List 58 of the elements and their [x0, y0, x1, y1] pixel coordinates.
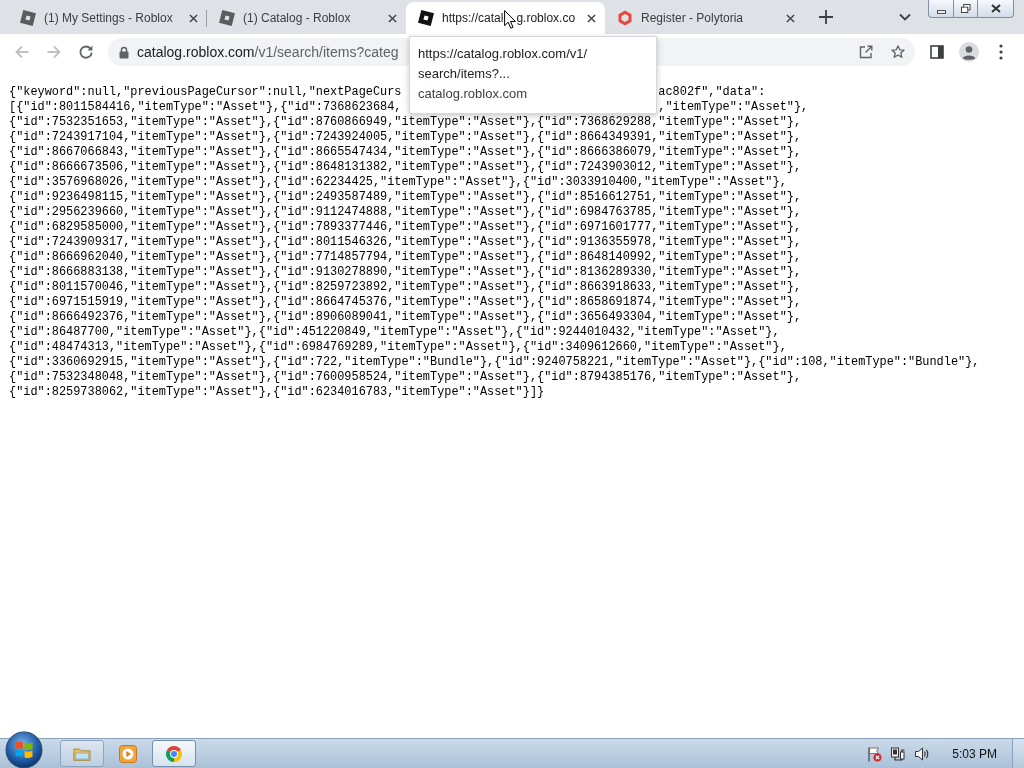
browser-tab[interactable]: (1) Catalog - Roblox	[207, 2, 406, 34]
json-text: {"id":7243909317,"itemType":"Asset"},{"id":8011546326,"itemType":"Asset"},{"id":9136355978,"itemType":"Asset"},	[9, 235, 802, 249]
json-text: {"id":7243917104,"itemType":"Asset"},{"id":7243924005,"itemType":"Asset"},{"id":8664349391,"itemType":"Asset"},	[9, 130, 802, 144]
speaker-icon[interactable]	[914, 745, 931, 762]
browser-tab[interactable]: Register - Polytoria	[605, 2, 804, 34]
restore-button[interactable]	[954, 0, 978, 18]
json-text: {"id":8259738062,"itemType":"Asset"},{"id":6234016783,"itemType":"Asset"}]}	[9, 385, 545, 399]
profile-avatar-icon[interactable]	[959, 42, 979, 62]
json-text: {"id":86487700,"itemType":"Asset"},{"id":451220849,"itemType":"Asset"},{"id":9244010432,"itemType":"Asset"},	[9, 325, 780, 339]
json-text: {"id":8666673506,"itemType":"Asset"},{"id":8648131382,"itemType":"Asset"},{"id":7243903012,"itemType":"Asset"},	[9, 160, 802, 174]
json-text: ,"itemType":"Asset"},	[658, 100, 809, 114]
close-icon[interactable]	[189, 13, 198, 23]
tooltip-domain: catalog.roblox.com	[418, 85, 528, 103]
json-text: {"id":7532348048,"itemType":"Asset"},{"id":7600958524,"itemType":"Asset"},{"id":8794385176,"itemType":"Asset"},	[9, 370, 802, 384]
json-text: {"id":8011570046,"itemType":"Asset"},{"id":8259723892,"itemType":"Asset"},{"id":8663918633,"itemType":"Asset"},	[9, 280, 802, 294]
json-text: {"id":8666883138,"itemType":"Asset"},{"id":9130278890,"itemType":"Asset"},{"id":8136289330,"itemType":"Asset"},	[9, 265, 802, 279]
url-path: /v1/search/items?categ	[254, 44, 399, 60]
close-icon[interactable]	[786, 13, 795, 23]
share-icon[interactable]	[859, 45, 873, 59]
new-tab-plus-icon[interactable]	[819, 10, 833, 24]
chevron-down-icon[interactable]	[899, 13, 911, 21]
reload-icon[interactable]	[78, 44, 94, 60]
menu-icon[interactable]	[999, 44, 1003, 60]
flag-error-icon[interactable]	[866, 745, 883, 762]
json-text: {"id":3576968026,"itemType":"Asset"},{"id":62234425,"itemType":"Asset"},{"id":3033910400,"itemType":"Asset"},	[9, 175, 787, 189]
lock-icon[interactable]	[119, 45, 129, 59]
json-text: {"keyword":null,"previousPageCursor":null,"nextPageCurs	[9, 85, 402, 99]
json-text: {"id":6829585000,"itemType":"Asset"},{"id":7893377446,"itemType":"Asset"},{"id":6971601777,"itemType":"Asset"},	[9, 220, 802, 234]
close-icon[interactable]	[388, 13, 397, 23]
json-text: {"id":8667066843,"itemType":"Asset"},{"id":8665547434,"itemType":"Asset"},{"id":8666386079,"itemType":"Asset"},	[9, 145, 802, 159]
restore-icon	[960, 4, 971, 13]
json-text: {"id":2956239660,"itemType":"Asset"},{"id":9112474888,"itemType":"Asset"},{"id":6984763785,"itemType":"Asset"},	[9, 205, 802, 219]
mouse-pointer-icon	[504, 10, 516, 29]
json-text: ac802f","data":	[658, 85, 766, 99]
minimize-button[interactable]	[928, 0, 954, 18]
close-icon	[990, 4, 1001, 13]
json-text: {"id":48474313,"itemType":"Asset"},{"id":6984769289,"itemType":"Asset"},{"id":3409612660,"itemType":"Asset"},	[9, 340, 787, 354]
close-icon[interactable]	[587, 13, 596, 23]
json-text: {"id":8666962040,"itemType":"Asset"},{"id":7714857794,"itemType":"Asset"},{"id":8648140992,"itemType":"Asset"},	[9, 250, 802, 264]
json-text: {"id":3360692915,"itemType":"Asset"},{"id":722,"itemType":"Bundle"},{"id":9240758221,"itemType":"Asset"},{"id":108,"itemType":"Bundle"},	[9, 355, 980, 369]
bookmark-star-icon[interactable]	[891, 45, 905, 59]
close-window-button[interactable]	[978, 0, 1014, 18]
minimize-icon	[936, 9, 946, 14]
json-text: {"id":7532351653,"itemType":"Asset"},{"id":8760866949,"itemType":"Asset"},{"id":7368629288,"itemType":"Asset"},	[9, 115, 802, 129]
json-text: {"id":6971515919,"itemType":"Asset"},{"id":8664745376,"itemType":"Asset"},{"id":8658691874,"itemType":"Asset"},	[9, 295, 802, 309]
json-text: {"id":8666492376,"itemType":"Asset"},{"id":8906089041,"itemType":"Asset"},{"id":3656493304,"itemType":"Asset"},	[9, 310, 802, 324]
json-text: {"id":9236498115,"itemType":"Asset"},{"id":2493587489,"itemType":"Asset"},{"id":8516612751,"itemType":"Asset"},	[9, 190, 802, 204]
start-orb-icon[interactable]	[5, 730, 43, 768]
browser-tab[interactable]: (1) My Settings - Roblox	[8, 2, 207, 34]
network-icon[interactable]	[890, 745, 907, 762]
json-text: [{"id":8011584416,"itemType":"Asset"},{"id":7368623684,	[9, 100, 402, 114]
taskbar-button[interactable]	[152, 740, 196, 767]
url-host: catalog.roblox.com	[137, 44, 255, 60]
clock[interactable]: 5:03 PM	[952, 746, 997, 761]
side-panel-icon[interactable]	[930, 45, 944, 59]
browser-tab[interactable]: https://catal g.roblox.co	[406, 2, 605, 34]
play-button-icon	[119, 744, 137, 763]
browser-icon	[165, 744, 183, 763]
